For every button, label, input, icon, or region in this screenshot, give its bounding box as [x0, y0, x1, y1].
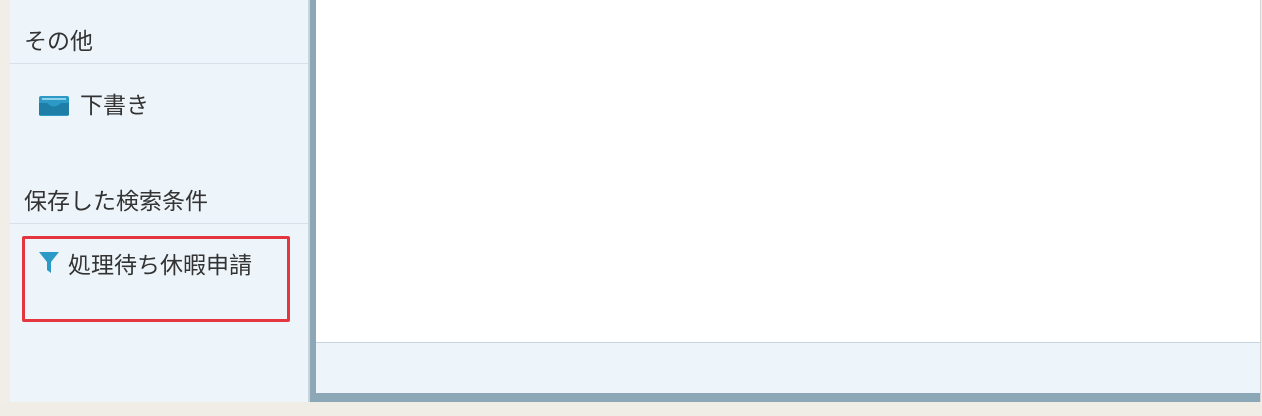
section-divider	[10, 63, 308, 64]
footer-bar	[316, 343, 1260, 393]
sidebar: その他 下書き 保存した検索条件 処理待ち休暇申請	[10, 0, 310, 402]
sidebar-item-drafts[interactable]: 下書き	[80, 89, 149, 123]
filter-icon	[38, 251, 60, 275]
sidebar-item-label: 下書き	[80, 93, 149, 119]
section-divider	[10, 223, 308, 224]
section-title-other: その他	[24, 29, 93, 55]
inbox-tray-icon	[38, 95, 70, 117]
sidebar-item-pending-leave-requests[interactable]: 処理待ち休暇申請	[68, 248, 268, 284]
section-title-saved-searches: 保存した検索条件	[24, 189, 208, 215]
app-frame: その他 下書き 保存した検索条件 処理待ち休暇申請	[10, 0, 1261, 402]
main-content	[316, 0, 1260, 343]
bottom-edge	[0, 402, 1262, 416]
